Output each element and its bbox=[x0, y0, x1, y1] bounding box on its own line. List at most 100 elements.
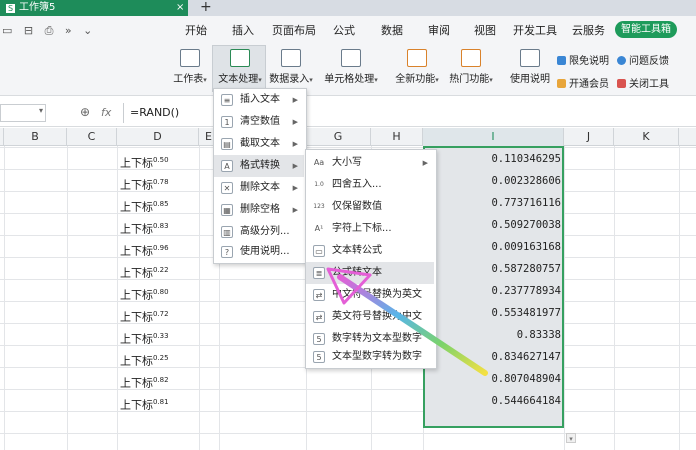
tab-smart-toolbox[interactable]: 智能工具箱 bbox=[615, 21, 677, 38]
paste-options-icon[interactable]: ▾ bbox=[566, 433, 576, 443]
tab-insert[interactable]: 插入 bbox=[232, 22, 254, 38]
cell-d8[interactable]: 上下标0.96 bbox=[120, 237, 169, 259]
close-box-icon bbox=[617, 79, 626, 88]
case-icon: Aa bbox=[313, 157, 325, 169]
chevron-down-icon[interactable]: ▾ bbox=[39, 106, 43, 115]
document-title: 工作簿5 bbox=[19, 2, 56, 13]
worksheet-icon bbox=[180, 49, 200, 67]
tag-icon bbox=[557, 56, 566, 65]
hot-features-button[interactable]: 热门功能▾ bbox=[446, 49, 496, 85]
column-header-c[interactable]: C bbox=[67, 128, 117, 146]
data-entry-icon bbox=[281, 49, 301, 67]
close-tool-link[interactable]: 关闭工具 bbox=[617, 75, 669, 90]
quick-access-toolbar[interactable]: ▭ ⊟ ⎙ » ⌄ bbox=[2, 24, 96, 38]
column-header-j[interactable]: J bbox=[564, 128, 614, 146]
text-processing-button[interactable]: 文本处理▾ bbox=[213, 49, 267, 85]
menu-item-format-convert[interactable]: A 格式转换 ▶ bbox=[214, 155, 304, 177]
cell-d10[interactable]: 上下标0.80 bbox=[120, 281, 169, 303]
spreadsheet-icon: S bbox=[6, 4, 15, 13]
feedback-link[interactable]: 问题反馈 bbox=[617, 52, 669, 67]
grid-col-line bbox=[564, 146, 565, 450]
cell-d11[interactable]: 上下标0.72 bbox=[120, 303, 169, 325]
insert-text-icon: ≡ bbox=[221, 94, 233, 106]
cell-d6[interactable]: 上下标0.85 bbox=[120, 193, 169, 215]
grid-col-line bbox=[117, 146, 118, 450]
column-header-d[interactable]: D bbox=[117, 128, 199, 146]
column-header-b[interactable]: B bbox=[4, 128, 67, 146]
grid-row-line bbox=[0, 147, 696, 148]
grid-row-line bbox=[0, 389, 696, 390]
new-tab-icon[interactable]: + bbox=[200, 0, 214, 16]
vip-link[interactable]: 开通会员 bbox=[557, 75, 609, 90]
tab-data[interactable]: 数据 bbox=[381, 22, 403, 38]
formula-input[interactable]: =RAND() bbox=[123, 103, 696, 123]
cell-processing-button[interactable]: 单元格处理▾ bbox=[320, 49, 382, 85]
keep-values-icon: 123 bbox=[313, 201, 325, 213]
text-processing-menu: ≡ 插入文本 ▶ 1 清空数值 ▶ ▤ 截取文本 ▶ A 格式转换 ▶ ✕ 删除文本 ▶ ▦ 删除空格… bbox=[213, 88, 307, 264]
column-header-h[interactable]: H bbox=[371, 128, 423, 146]
tab-page-layout[interactable]: 页面布局 bbox=[272, 22, 316, 38]
tab-home[interactable]: 开始 bbox=[185, 22, 207, 38]
grid-col-line bbox=[199, 146, 200, 450]
tab-review[interactable]: 审阅 bbox=[428, 22, 450, 38]
all-features-icon bbox=[407, 49, 427, 67]
menu-item-delete-space[interactable]: ▦ 删除空格 ▶ bbox=[214, 199, 304, 221]
help-icon: ? bbox=[221, 246, 233, 258]
usage-guide-icon bbox=[520, 49, 540, 67]
cell-d9[interactable]: 上下标0.22 bbox=[120, 259, 169, 281]
format-convert-icon: A bbox=[221, 160, 233, 172]
tab-cloud[interactable]: 云服务 bbox=[572, 22, 605, 38]
menu-item-split-columns[interactable]: ▥ 高级分列... bbox=[214, 221, 304, 243]
zoom-icon[interactable]: ⊕ bbox=[80, 105, 90, 119]
menu-item-superscript[interactable]: A¹ 字符上下标... bbox=[306, 218, 434, 240]
free-use-link[interactable]: 限免说明 bbox=[557, 52, 609, 67]
split-columns-icon: ▥ bbox=[221, 226, 233, 238]
grid-row-line bbox=[0, 433, 696, 434]
cell-processing-icon bbox=[341, 49, 361, 67]
grid-row-line bbox=[0, 411, 696, 412]
round-icon: 1.0 bbox=[313, 179, 325, 191]
document-tab[interactable]: S 工作簿5 bbox=[0, 0, 188, 16]
cell-d12[interactable]: 上下标0.33 bbox=[120, 325, 169, 347]
close-tab-icon[interactable]: × bbox=[176, 0, 186, 16]
menu-item-help[interactable]: ? 使用说明... bbox=[214, 241, 304, 263]
column-header-k[interactable]: K bbox=[614, 128, 679, 146]
tab-view[interactable]: 视图 bbox=[474, 22, 496, 38]
text-processing-icon bbox=[230, 49, 250, 67]
menu-item-keep-values[interactable]: 123 仅保留数值 bbox=[306, 196, 434, 218]
menu-item-insert-text[interactable]: ≡ 插入文本 ▶ bbox=[214, 89, 304, 111]
menu-item-delete-text[interactable]: ✕ 删除文本 ▶ bbox=[214, 177, 304, 199]
crown-icon bbox=[557, 79, 566, 88]
menu-item-case[interactable]: Aa 大小写 ▶ bbox=[306, 152, 434, 174]
delete-text-icon: ✕ bbox=[221, 182, 233, 194]
grid-col-line bbox=[679, 146, 680, 450]
question-icon bbox=[617, 56, 626, 65]
cell-d14[interactable]: 上下标0.82 bbox=[120, 369, 169, 391]
grid-col-line bbox=[67, 146, 68, 450]
cell-d5[interactable]: 上下标0.78 bbox=[120, 171, 169, 193]
data-entry-button[interactable]: 数据录入▾ bbox=[268, 49, 314, 85]
grid-col-line bbox=[4, 146, 5, 450]
cell-d4[interactable]: 上下标0.50 bbox=[120, 149, 169, 171]
menu-item-extract-text[interactable]: ▤ 截取文本 ▶ bbox=[214, 133, 304, 155]
worksheet-button[interactable]: 工作表▾ bbox=[170, 49, 210, 85]
clear-values-icon: 1 bbox=[221, 116, 233, 128]
superscript-icon: A¹ bbox=[313, 223, 325, 235]
fx-icon[interactable]: fx bbox=[101, 106, 111, 119]
menu-item-clear-values[interactable]: 1 清空数值 ▶ bbox=[214, 111, 304, 133]
cell-d7[interactable]: 上下标0.83 bbox=[120, 215, 169, 237]
grid-col-line bbox=[614, 146, 615, 450]
cell-d15[interactable]: 上下标0.81 bbox=[120, 391, 169, 413]
column-header-g[interactable]: G bbox=[306, 128, 371, 146]
delete-space-icon: ▦ bbox=[221, 204, 233, 216]
all-features-button[interactable]: 全新功能▾ bbox=[392, 49, 442, 85]
annotation-arrow bbox=[326, 267, 488, 376]
usage-guide-button[interactable]: 使用说明 bbox=[508, 49, 552, 85]
extract-text-icon: ▤ bbox=[221, 138, 233, 150]
menu-item-round[interactable]: 1.0 四舍五入... bbox=[306, 174, 434, 196]
cell-d13[interactable]: 上下标0.25 bbox=[120, 347, 169, 369]
tab-developer[interactable]: 开发工具 bbox=[513, 22, 557, 38]
tab-formulas[interactable]: 公式 bbox=[333, 22, 355, 38]
column-header-i[interactable]: I bbox=[423, 128, 564, 146]
hot-features-icon bbox=[461, 49, 481, 67]
